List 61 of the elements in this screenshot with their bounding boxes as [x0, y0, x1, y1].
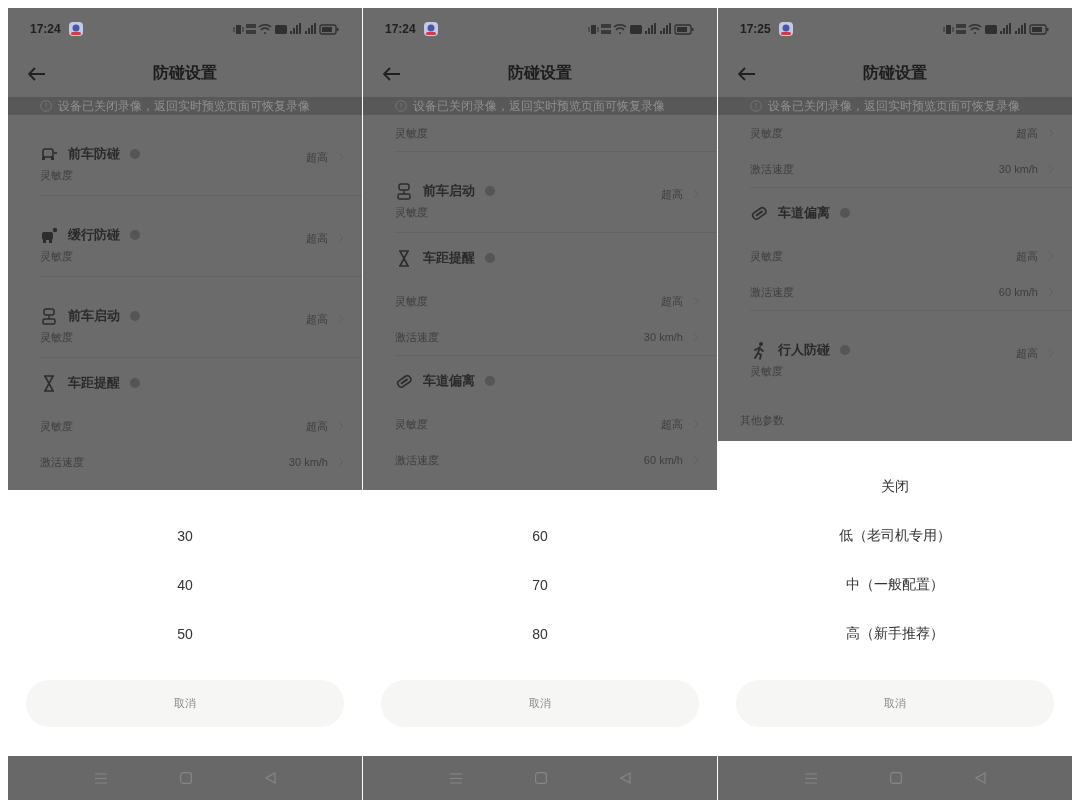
option-item[interactable]: 60 [363, 511, 717, 560]
back-icon[interactable] [619, 772, 631, 784]
back-arrow-icon[interactable] [383, 66, 401, 81]
back-icon[interactable] [974, 772, 986, 784]
status-time: 17:24 [30, 22, 61, 36]
status-time: 17:24 [385, 22, 416, 36]
info-icon [750, 100, 762, 112]
signal-icon [645, 22, 656, 35]
back-arrow-icon[interactable] [738, 66, 756, 81]
option-item[interactable]: 50 [8, 609, 362, 658]
feature-name: 缓行防碰 [68, 226, 120, 244]
menu-icon[interactable] [94, 772, 107, 784]
signal-icon [660, 22, 671, 35]
page-title: 防碰设置 [863, 63, 927, 83]
menu-icon[interactable] [449, 772, 462, 784]
vibrate-icon [233, 25, 244, 34]
back-icon[interactable] [264, 772, 276, 784]
option-item[interactable]: 高（新手推荐） [718, 609, 1072, 658]
cancel-button[interactable]: 取消 [736, 680, 1054, 727]
status-time: 17:25 [740, 22, 771, 36]
option-item[interactable]: 80 [363, 609, 717, 658]
feature-name: 前车启动 [68, 307, 120, 325]
option-item[interactable]: 中（一般配置） [718, 560, 1072, 609]
vibrate-icon [588, 25, 599, 34]
home-icon[interactable] [889, 772, 902, 784]
wifi-icon [258, 23, 272, 34]
menu-icon[interactable] [804, 772, 817, 784]
signal-icon [305, 22, 316, 35]
signal-icon [1015, 22, 1026, 35]
cancel-button[interactable]: 取消 [26, 680, 344, 727]
feature-name: 车距提醒 [68, 374, 120, 392]
info-icon [40, 100, 52, 112]
back-arrow-icon[interactable] [28, 66, 46, 81]
signal-icon [1000, 22, 1011, 35]
page-title: 防碰设置 [508, 63, 572, 83]
option-item[interactable]: 低（老司机专用） [718, 511, 1072, 560]
app-icon [778, 22, 793, 36]
signal-icon [290, 22, 301, 35]
feature-name: 车道偏离 [778, 204, 830, 222]
battery-icon [1029, 24, 1049, 35]
feature-name: 前车启动 [423, 182, 475, 200]
info-icon [395, 100, 407, 112]
cancel-button[interactable]: 取消 [381, 680, 699, 727]
option-item[interactable]: 30 [8, 511, 362, 560]
battery-icon [674, 24, 694, 35]
feature-name: 前车防碰 [68, 145, 120, 163]
app-icon [423, 22, 438, 36]
feature-name: 车道偏离 [423, 372, 475, 390]
feature-name: 行人防碰 [778, 341, 830, 359]
option-item[interactable]: 关闭 [718, 462, 1072, 511]
option-item[interactable]: 70 [363, 560, 717, 609]
feature-name: 车距提醒 [423, 249, 475, 267]
app-icon [68, 22, 83, 36]
page-title: 防碰设置 [153, 63, 217, 83]
home-icon[interactable] [534, 772, 547, 784]
wifi-icon [613, 23, 627, 34]
option-item[interactable]: 40 [8, 560, 362, 609]
vibrate-icon [943, 25, 954, 34]
battery-icon [319, 24, 339, 35]
wifi-icon [968, 23, 982, 34]
home-icon[interactable] [179, 772, 192, 784]
